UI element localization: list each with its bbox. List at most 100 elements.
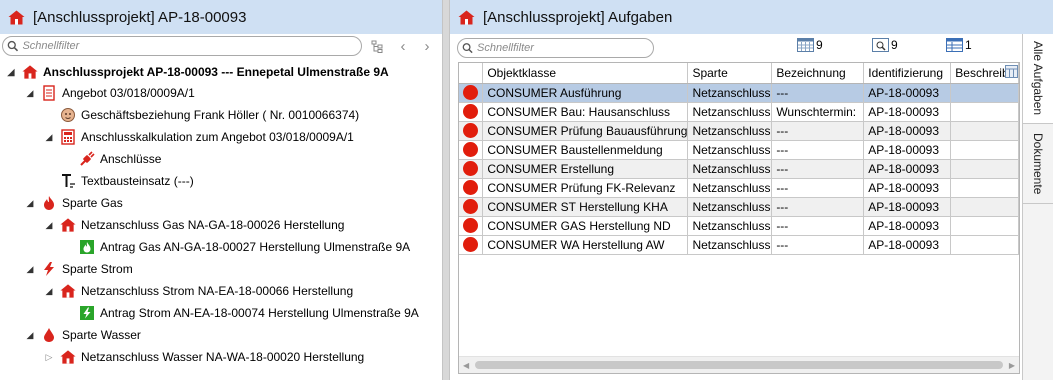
- table-icon: [946, 38, 963, 52]
- person-icon: [61, 108, 75, 122]
- right-title-bar: [Anschlussprojekt] Aufgaben: [450, 0, 1053, 34]
- tree-item-division-gas[interactable]: Sparte Gas: [25, 193, 123, 213]
- right-filter-input[interactable]: [477, 41, 653, 54]
- objektklasse-cell: CONSUMER GAS Herstellung ND: [482, 216, 689, 236]
- beschreibung-cell: [950, 235, 1019, 255]
- column-chooser-icon[interactable]: [1005, 65, 1018, 78]
- sparte-cell: Netzanschluss: [687, 159, 773, 179]
- tree-item-project[interactable]: Anschlussprojekt AP-18-00093 --- Ennepet…: [6, 62, 389, 82]
- expand-caret-icon[interactable]: [44, 220, 54, 231]
- tree-item-gas-application[interactable]: Antrag Gas AN-GA-18-00027 Herstellung Ul…: [79, 237, 410, 257]
- objektklasse-cell: CONSUMER Ausführung: [482, 83, 689, 103]
- count-my-tasks[interactable]: 1: [946, 38, 972, 52]
- tree-item-label: Textbausteinsatz (---): [81, 174, 194, 188]
- count-open-tasks[interactable]: 9: [872, 38, 898, 52]
- text-icon: [62, 174, 75, 188]
- forward-arrow-icon[interactable]: ›: [418, 37, 436, 55]
- back-arrow-icon[interactable]: ‹: [394, 37, 412, 55]
- expand-caret-icon[interactable]: [44, 286, 54, 297]
- tab-all-tasks[interactable]: Alle Aufgaben: [1023, 34, 1053, 124]
- calendar-grid-icon: [797, 38, 814, 52]
- house-icon: [60, 218, 76, 232]
- scroll-right-icon[interactable]: ▶: [1009, 361, 1015, 370]
- calculator-icon: [61, 129, 75, 145]
- expand-caret-icon[interactable]: [25, 264, 35, 275]
- tab-documents[interactable]: Dokumente: [1023, 124, 1053, 204]
- beschreibung-cell: [950, 159, 1019, 179]
- pane-splitter[interactable]: [442, 0, 450, 380]
- objektklasse-cell: CONSUMER ST Herstellung KHA: [482, 197, 689, 217]
- beschreibung-cell: [950, 121, 1019, 141]
- house-icon: [60, 350, 76, 364]
- right-quick-filter[interactable]: [457, 37, 654, 58]
- status-cell: [459, 235, 484, 255]
- objektklasse-cell: CONSUMER Baustellenmeldung: [482, 140, 689, 160]
- tree-item-gas-connection[interactable]: Netzanschluss Gas NA-GA-18-00026 Herstel…: [44, 215, 344, 235]
- bezeichnung-cell: ---: [771, 235, 865, 255]
- tree-item-offer[interactable]: Angebot 03/018/0009A/1: [25, 83, 195, 103]
- scrollbar-thumb[interactable]: [475, 361, 1003, 369]
- tree-item-label: Angebot 03/018/0009A/1: [62, 86, 195, 100]
- expand-caret-icon[interactable]: [25, 88, 35, 99]
- green-flame-icon: [80, 240, 94, 254]
- bezeichnung-cell: Wunschtermin:: [771, 102, 865, 122]
- column-header-identifizierung[interactable]: Identifizierung: [863, 63, 952, 84]
- green-bolt-icon: [80, 306, 94, 320]
- tree-item-label: Antrag Gas AN-GA-18-00027 Herstellung Ul…: [100, 240, 411, 254]
- left-window-title: [Anschlussprojekt] AP-18-00093: [33, 8, 247, 26]
- tree-item-calculation[interactable]: Anschlusskalkulation zum Angebot 03/018/…: [44, 127, 354, 147]
- table-row[interactable]: CONSUMER GAS Herstellung ND Netzanschlus…: [459, 216, 1019, 236]
- column-header-bezeichnung[interactable]: Bezeichnung: [771, 63, 865, 84]
- table-row[interactable]: CONSUMER WA Herstellung AW Netzanschluss…: [459, 235, 1019, 255]
- tree-item-division-power[interactable]: Sparte Strom: [25, 259, 133, 279]
- tree-item-business-relation[interactable]: Geschäftsbeziehung Frank Höller ( Nr. 00…: [60, 105, 359, 125]
- table-row[interactable]: CONSUMER Baustellenmeldung Netzanschluss…: [459, 140, 1019, 160]
- column-header-objektklasse[interactable]: Objektklasse: [482, 63, 689, 84]
- table-row[interactable]: CONSUMER Bau: Hausanschluss Netzanschlus…: [459, 102, 1019, 122]
- tasks-pane: [Anschlussprojekt] Aufgaben 9 9 1: [450, 0, 1053, 380]
- tree-item-power-application[interactable]: Antrag Strom AN-EA-18-00074 Herstellung …: [79, 303, 419, 323]
- objektklasse-cell: CONSUMER Erstellung: [482, 159, 689, 179]
- lightning-icon: [44, 262, 54, 276]
- bezeichnung-cell: ---: [771, 216, 865, 236]
- table-row[interactable]: CONSUMER Prüfung FK-Relevanz Netzanschlu…: [459, 178, 1019, 198]
- table-row[interactable]: CONSUMER Ausführung Netzanschluss --- AP…: [459, 83, 1019, 103]
- collapsed-caret-icon[interactable]: [44, 352, 54, 363]
- search-icon: [462, 42, 473, 53]
- column-header-status[interactable]: [459, 63, 484, 84]
- horizontal-scrollbar[interactable]: ◀ ▶: [459, 356, 1019, 373]
- sparte-cell: Netzanschluss: [687, 83, 773, 103]
- tree-item-text-modules[interactable]: Textbausteinsatz (---): [60, 171, 194, 191]
- table-row[interactable]: CONSUMER Erstellung Netzanschluss --- AP…: [459, 159, 1019, 179]
- expand-caret-icon[interactable]: [25, 198, 35, 209]
- column-header-sparte[interactable]: Sparte: [687, 63, 773, 84]
- beschreibung-cell: [950, 178, 1019, 198]
- tree-item-power-connection[interactable]: Netzanschluss Strom NA-EA-18-00066 Herst…: [44, 281, 353, 301]
- tree-item-connections[interactable]: Anschlüsse: [79, 149, 161, 169]
- right-toolbar: 9 9 1: [450, 34, 1022, 59]
- table-row[interactable]: CONSUMER ST Herstellung KHA Netzanschlus…: [459, 197, 1019, 217]
- identifizierung-cell: AP-18-00093: [863, 235, 952, 255]
- tree-item-label: Anschlusskalkulation zum Angebot 03/018/…: [81, 130, 354, 144]
- count-all-tasks[interactable]: 9: [797, 38, 823, 52]
- beschreibung-cell: [950, 197, 1019, 217]
- identifizierung-cell: AP-18-00093: [863, 178, 952, 198]
- status-red-dot-icon: [463, 104, 479, 120]
- tasks-main: 9 9 1: [450, 34, 1022, 380]
- status-red-dot-icon: [463, 218, 479, 234]
- left-quick-filter[interactable]: [2, 36, 362, 56]
- identifizierung-cell: AP-18-00093: [863, 83, 952, 103]
- left-filter-input[interactable]: [22, 40, 361, 52]
- tree-item-division-water[interactable]: Sparte Wasser: [25, 325, 141, 345]
- expand-caret-icon[interactable]: [25, 330, 35, 341]
- tree-structure-icon[interactable]: [368, 37, 386, 55]
- tree-item-water-connection[interactable]: Netzanschluss Wasser NA-WA-18-00020 Hers…: [44, 347, 364, 367]
- expand-caret-icon[interactable]: [6, 67, 16, 78]
- sparte-cell: Netzanschluss: [687, 235, 773, 255]
- expand-caret-icon[interactable]: [44, 132, 54, 143]
- status-red-dot-icon: [463, 142, 479, 158]
- identifizierung-cell: AP-18-00093: [863, 197, 952, 217]
- status-red-dot-icon: [463, 199, 479, 215]
- scroll-left-icon[interactable]: ◀: [463, 361, 469, 370]
- table-row[interactable]: CONSUMER Prüfung Bauausführung Netzansch…: [459, 121, 1019, 141]
